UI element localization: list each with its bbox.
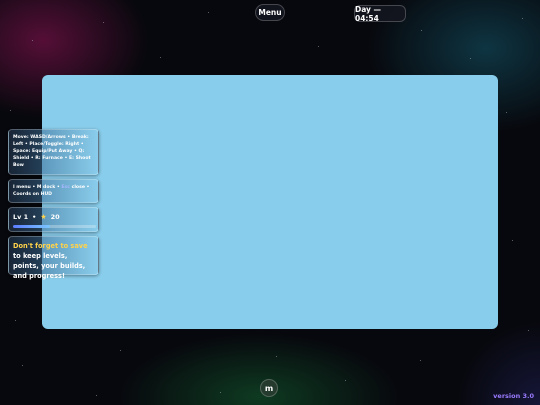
level-label: Lv 1	[13, 213, 29, 221]
save-reminder-highlight: Don't forget to save	[13, 242, 88, 250]
version-label: version 3.0	[493, 392, 534, 400]
m-toggle-button[interactable]: m	[260, 379, 278, 397]
keybind-hint-card: I menu • M dock • Esc close • Coords on …	[8, 179, 99, 203]
level-card: Lv 1 • ★ 20	[8, 207, 99, 232]
save-reminder-card: Don't forget to save to keep levels, poi…	[8, 236, 99, 280]
game-viewport[interactable]	[42, 75, 498, 329]
points-value: 20	[50, 213, 60, 221]
controls-text: Move: WASD/Arrows • Break: Left • Place/…	[13, 135, 91, 168]
controls-help-card: Move: WASD/Arrows • Break: Left • Place/…	[8, 129, 99, 175]
escape-key-label: Esc	[61, 185, 71, 190]
xp-progress-bar	[13, 225, 96, 228]
menu-button[interactable]: Menu	[255, 4, 285, 21]
xp-progress-fill	[13, 225, 51, 228]
day-time-badge: Day — 04:54	[354, 5, 406, 23]
level-separator: •	[32, 213, 37, 221]
keybind-hint-part1: I menu • M dock •	[13, 185, 62, 190]
star-icon: ★	[40, 213, 47, 221]
